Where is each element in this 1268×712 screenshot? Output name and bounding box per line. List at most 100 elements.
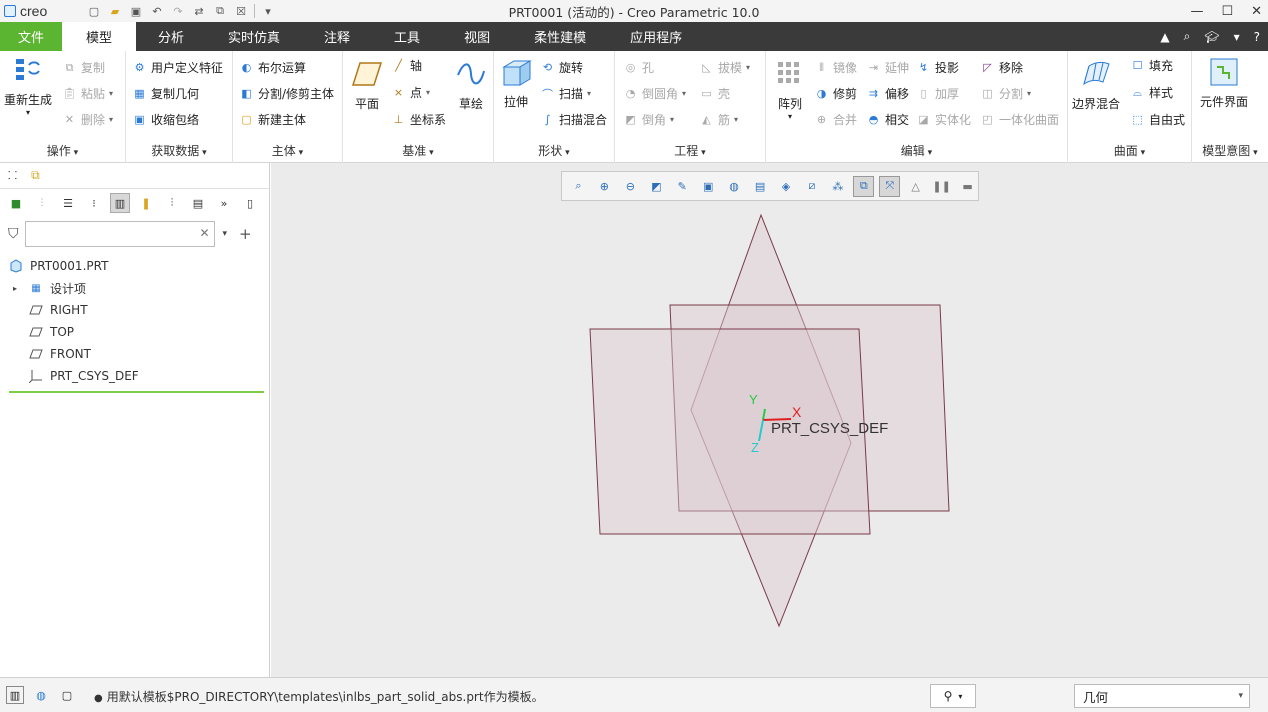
settings-dropdown-icon[interactable]: ▾ xyxy=(1234,30,1240,44)
folder-browser-tab-icon[interactable]: ⧉ xyxy=(31,168,40,183)
thicken-button[interactable]: ▯ 加厚 xyxy=(916,85,959,102)
extrude-button[interactable]: 拉伸 xyxy=(500,57,532,110)
undo-icon[interactable]: ↶ xyxy=(149,3,165,19)
trim-button[interactable]: ◑ 修剪 xyxy=(814,85,857,102)
collapse-ribbon-icon[interactable]: ▲ xyxy=(1160,30,1169,44)
tree-settings-icon[interactable]: ▤ xyxy=(188,193,208,213)
delete-button[interactable]: ✕ 删除 ▾ xyxy=(62,111,113,128)
tree-search-input[interactable] xyxy=(25,222,196,246)
tab-flexible-modeling[interactable]: 柔性建模 xyxy=(512,22,608,51)
tab-live-simulation[interactable]: 实时仿真 xyxy=(206,22,302,51)
fullscreen-icon[interactable]: ▢ xyxy=(58,686,76,704)
unify-surfaces-button[interactable]: ◰ 一体化曲面 xyxy=(980,111,1059,128)
windows-icon[interactable]: ⧉ xyxy=(212,3,228,19)
split-button[interactable]: ◫ 分割 ▾ xyxy=(980,85,1031,102)
display-style-icon[interactable]: ▣ xyxy=(698,176,719,197)
help-icon[interactable]: ? xyxy=(1254,30,1260,44)
tab-model[interactable]: 模型 xyxy=(62,22,136,51)
minimize-icon[interactable]: — xyxy=(1190,4,1203,19)
tab-view[interactable]: 视图 xyxy=(442,22,512,51)
more-icon[interactable]: » xyxy=(214,193,234,213)
tab-tools[interactable]: 工具 xyxy=(372,22,442,51)
extend-button[interactable]: ⇥ 延伸 xyxy=(866,59,909,76)
intersect-button[interactable]: ◓ 相交 xyxy=(866,111,909,128)
rib-button[interactable]: ◭ 筋 ▾ xyxy=(699,111,738,128)
spin-center-icon[interactable]: ▬ xyxy=(957,176,978,197)
collapse-all-icon[interactable]: ⁝ xyxy=(84,193,104,213)
show-icon[interactable]: ❚ xyxy=(136,193,156,213)
save-icon[interactable]: ▣ xyxy=(128,3,144,19)
datum-display-icon[interactable]: ⁂ xyxy=(827,176,848,197)
graphics-window[interactable]: Y X Z PRT_CSYS_DEF ⌕ ⊕ ⊖ ◩ ✎ ▣ ◍ ▤ ◈ ⧄ ⁂… xyxy=(271,163,1268,677)
expand-all-icon[interactable]: ☰ xyxy=(58,193,78,213)
group-label-model-intent[interactable]: 模型意图 xyxy=(1192,142,1268,159)
component-interface-button[interactable]: 元件界面 xyxy=(1200,57,1248,110)
boundary-blend-button[interactable]: 边界混合 xyxy=(1072,59,1120,112)
pattern-button[interactable]: 阵列 ▾ xyxy=(774,59,806,121)
shell-button[interactable]: ▭ 壳 xyxy=(699,85,730,102)
plane-button[interactable]: 平面 xyxy=(351,59,383,112)
tab-annotate[interactable]: 注释 xyxy=(302,22,372,51)
expand-arrow-icon[interactable]: ▸ xyxy=(13,284,17,293)
swept-blend-button[interactable]: ∫ 扫描混合 xyxy=(540,111,607,128)
regenerate-button[interactable]: 重新生成 ▾ xyxy=(4,55,52,117)
notes-icon[interactable]: ▯ xyxy=(240,193,260,213)
split-trim-body-button[interactable]: ◧ 分割/修剪主体 xyxy=(239,85,334,102)
group-label-operations[interactable]: 操作 xyxy=(0,142,125,159)
csys-button[interactable]: ⊥ 坐标系 xyxy=(391,111,446,128)
refit-icon[interactable]: ⌕ xyxy=(568,176,589,197)
pattern-dropdown-icon[interactable]: ▾ xyxy=(788,112,792,121)
project-button[interactable]: ↯ 投影 xyxy=(916,59,959,76)
part-cube-icon[interactable]: ■ xyxy=(6,193,26,213)
plane-display-icon[interactable]: ⧉ xyxy=(853,175,875,197)
group-label-body[interactable]: 主体 xyxy=(233,142,342,159)
new-file-icon[interactable]: ▢ xyxy=(86,3,102,19)
group-label-shape[interactable]: 形状 xyxy=(494,142,614,159)
group-label-surfaces[interactable]: 曲面 xyxy=(1068,142,1191,159)
merge-button[interactable]: ⊕ 合并 xyxy=(814,111,857,128)
remove-button[interactable]: ◸ 移除 xyxy=(980,59,1023,76)
browser-icon[interactable]: ◍ xyxy=(32,686,50,704)
open-folder-icon[interactable]: ▰ xyxy=(107,3,123,19)
learning-icon[interactable]: 🎓︎ xyxy=(1204,30,1219,44)
chamfer-button[interactable]: ◩ 倒角 ▾ xyxy=(623,111,674,128)
copy-button[interactable]: ⧉ 复制 xyxy=(62,59,105,76)
group-label-get-data[interactable]: 获取数据 xyxy=(126,142,232,159)
pause-icon[interactable]: ❚❚ xyxy=(931,176,952,197)
insert-here-indicator[interactable] xyxy=(9,391,264,393)
close-window-icon[interactable]: ☒ xyxy=(233,3,249,19)
boolean-button[interactable]: ◐ 布尔运算 xyxy=(239,59,306,76)
tree-item-front[interactable]: FRONT xyxy=(8,343,264,365)
annotation-display-icon[interactable]: △ xyxy=(905,176,926,197)
mirror-button[interactable]: ⫴ 镜像 xyxy=(814,59,857,76)
round-button[interactable]: ◔ 倒圆角 ▾ xyxy=(623,85,686,102)
new-body-button[interactable]: ▢ 新建主体 xyxy=(239,111,306,128)
freestyle-button[interactable]: ⬚ 自由式 xyxy=(1130,111,1185,128)
group-label-datum[interactable]: 基准 xyxy=(343,142,493,159)
tree-columns-icon[interactable]: ▥ xyxy=(110,193,130,213)
axis-button[interactable]: ╱ 轴 xyxy=(391,57,422,74)
point-button[interactable]: × 点 ▾ xyxy=(391,84,430,101)
draft-button[interactable]: ◺ 拔模 ▾ xyxy=(699,59,750,76)
offset-button[interactable]: ⇉ 偏移 xyxy=(866,85,909,102)
saved-orientations-icon[interactable]: ◍ xyxy=(724,176,745,197)
toggle-navigator-icon[interactable]: ▥ xyxy=(6,686,24,704)
tab-applications[interactable]: 应用程序 xyxy=(608,22,704,51)
view-manager-icon[interactable]: ▤ xyxy=(750,176,771,197)
find-button[interactable]: ⚲ ▾ xyxy=(930,684,976,708)
revolve-button[interactable]: ⟲ 旋转 xyxy=(540,59,583,76)
tree-item-right[interactable]: RIGHT xyxy=(8,299,264,321)
maximize-icon[interactable]: ☐ xyxy=(1221,4,1233,19)
filter-funnel-icon[interactable]: ⛉ xyxy=(8,226,19,242)
clear-search-icon[interactable]: ✕ xyxy=(199,226,209,240)
hole-button[interactable]: ◎ 孔 xyxy=(623,59,654,76)
zoom-in-icon[interactable]: ⊕ xyxy=(594,176,615,197)
customize-dropdown-icon[interactable]: ▾ xyxy=(260,3,276,19)
tab-analysis[interactable]: 分析 xyxy=(136,22,206,51)
search-options-dropdown-icon[interactable]: ▾ xyxy=(223,229,228,239)
tree-item-top[interactable]: TOP xyxy=(8,321,264,343)
selection-filter[interactable]: 几何 ▾ xyxy=(1074,684,1250,708)
close-icon[interactable]: ✕ xyxy=(1251,4,1262,19)
style-button[interactable]: ⌓ 样式 xyxy=(1130,84,1173,101)
tree-item-design-items[interactable]: ▸ ▦ 设计项 xyxy=(8,277,264,299)
